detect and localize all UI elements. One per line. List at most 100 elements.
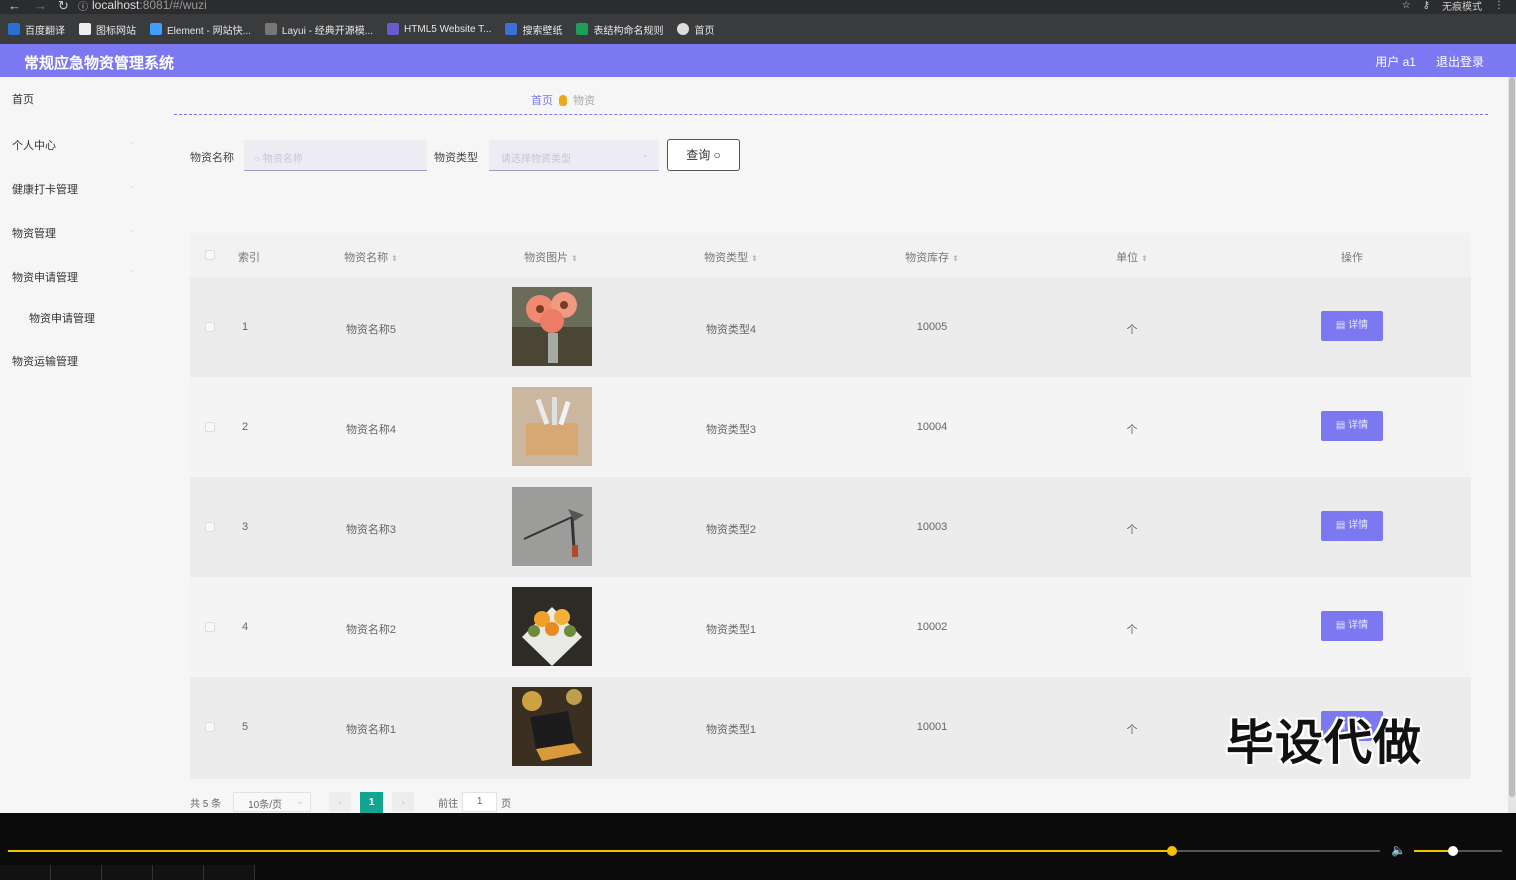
- supplies-table: 索引 物资名称 ⬍ 物资图片 ⬍ 物资类型 ⬍ 物资库存 ⬍ 单位 ⬍ 操作 1 物资名称…: [190, 233, 1471, 779]
- row-type: 物资类型1: [705, 624, 757, 636]
- row-checkbox[interactable]: [205, 522, 215, 532]
- forward-icon[interactable]: →: [34, 0, 47, 13]
- incognito-label[interactable]: 无痕模式: [1442, 0, 1482, 13]
- sidebar-item-supply-request[interactable]: 物资申请管理: [12, 269, 78, 285]
- sort-icon: ⬍: [1141, 254, 1148, 263]
- row-name: 物资名称5: [345, 324, 397, 336]
- row-index: 3: [242, 521, 249, 533]
- search-icon: ○: [254, 154, 263, 165]
- volume-icon[interactable]: 🔈: [1391, 843, 1406, 857]
- row-checkbox[interactable]: [205, 422, 215, 432]
- detail-button[interactable]: ▤ 详情: [1321, 411, 1383, 441]
- bookmark-item[interactable]: 图标网站: [79, 22, 136, 37]
- main-scrollbar[interactable]: [1508, 77, 1516, 813]
- laptop-desk-image: [512, 687, 592, 766]
- bookmark-item[interactable]: 搜索壁纸: [505, 22, 562, 37]
- header-name[interactable]: 物资名称 ⬍: [344, 249, 398, 265]
- menu-icon[interactable]: ⋮: [1494, 0, 1504, 11]
- back-icon[interactable]: ←: [8, 0, 21, 13]
- url-host: localhost: [92, 0, 140, 12]
- row-stock: 10003: [916, 521, 948, 533]
- header-stock[interactable]: 物资库存 ⬍: [905, 249, 959, 265]
- row-type: 物资类型1: [705, 724, 757, 736]
- player-tab[interactable]: [153, 865, 204, 880]
- search-icon: ○: [713, 148, 721, 162]
- logout-link[interactable]: 退出登录: [1436, 53, 1484, 70]
- info-icon[interactable]: ⓘ: [78, 0, 88, 13]
- page-number-button[interactable]: 1: [360, 791, 384, 813]
- sidebar-item-health-checkin[interactable]: 健康打卡管理: [12, 181, 78, 197]
- query-button[interactable]: 查询 ○: [667, 139, 740, 171]
- volume-handle[interactable]: [1448, 846, 1458, 856]
- row-index: 2: [242, 421, 249, 433]
- detail-button[interactable]: ▤ 详情: [1321, 511, 1383, 541]
- document-icon: ▤: [1335, 520, 1349, 531]
- row-checkbox[interactable]: [205, 722, 215, 732]
- flowers-in-vase-image: [512, 287, 592, 366]
- name-search-input[interactable]: ○ 物资名称: [244, 140, 427, 171]
- row-unit: 个: [1126, 524, 1138, 536]
- next-page-button[interactable]: ›: [392, 792, 415, 812]
- table-row: 1 物资名称5 物资类型4 10005 个 ▤ 详情: [190, 277, 1471, 377]
- sidebar-item-home[interactable]: 首页: [12, 91, 34, 107]
- sidebar-subitem-supply-request[interactable]: 物资申请管理: [29, 310, 95, 326]
- sort-icon: ⬍: [391, 254, 398, 263]
- row-index: 5: [242, 721, 249, 733]
- breadcrumb-home[interactable]: 首页: [531, 92, 553, 108]
- bookmark-item[interactable]: HTML5 Website T...: [387, 23, 491, 35]
- player-tabs: [0, 865, 1516, 880]
- key-icon[interactable]: ⚷: [1423, 0, 1430, 11]
- row-stock: 10005: [916, 321, 948, 333]
- bookmark-item[interactable]: Element - 网站快...: [150, 22, 251, 37]
- header-unit[interactable]: 单位 ⬍: [1116, 249, 1148, 265]
- type-select[interactable]: 请选择物资类型 ⌄: [489, 140, 659, 171]
- progress-handle[interactable]: [1167, 846, 1177, 856]
- bookmark-item[interactable]: 表结构命名规则: [576, 22, 663, 37]
- goto-page-input[interactable]: 1: [462, 792, 498, 812]
- player-tab[interactable]: [102, 865, 153, 880]
- element-icon: [150, 23, 162, 35]
- reload-icon[interactable]: ↻: [58, 0, 69, 14]
- progress-remaining[interactable]: [1172, 850, 1380, 852]
- header-type[interactable]: 物资类型 ⬍: [704, 249, 758, 265]
- star-icon[interactable]: ☆: [1402, 0, 1411, 11]
- row-checkbox[interactable]: [205, 322, 215, 332]
- breadcrumb-current: 物资: [573, 95, 595, 107]
- address-bar[interactable]: localhost:8081/#/wuzi: [92, 0, 207, 12]
- table-row: 4 物资名称2 物资类型1 10002 个 ▤ 详情: [190, 577, 1471, 677]
- chevron-down-icon: ⌄: [128, 181, 135, 190]
- row-index: 4: [242, 621, 249, 633]
- detail-button[interactable]: ▤ 详情: [1321, 311, 1383, 341]
- player-tab[interactable]: [204, 865, 255, 880]
- detail-button[interactable]: ▤ 详情: [1321, 611, 1383, 641]
- row-unit: 个: [1126, 324, 1138, 336]
- row-stock: 10002: [916, 621, 948, 633]
- bookmark-item[interactable]: 首页: [677, 22, 714, 37]
- sidebar-item-supplies[interactable]: 物资管理: [12, 225, 56, 241]
- progress-played[interactable]: [8, 850, 1172, 852]
- sidebar-item-supply-transport[interactable]: 物资运输管理: [12, 353, 78, 369]
- name-placeholder: 物资名称: [262, 154, 303, 165]
- bookmark-item[interactable]: 百度翻译: [8, 22, 65, 37]
- row-unit: 个: [1126, 724, 1138, 736]
- browser-toolbar-right: ☆ ⚷ 无痕模式 ⋮: [1402, 0, 1504, 13]
- select-all-checkbox[interactable]: [205, 250, 215, 260]
- bookmarks-bar: 百度翻译 图标网站 Element - 网站快... Layui - 经典开源模…: [0, 18, 714, 40]
- flag-icon: [79, 23, 91, 35]
- sort-icon: ⬍: [952, 254, 959, 263]
- player-tab[interactable]: [0, 865, 51, 880]
- scroll-thumb[interactable]: [1509, 77, 1515, 797]
- header-image[interactable]: 物资图片 ⬍: [524, 249, 578, 265]
- player-tab[interactable]: [51, 865, 102, 880]
- bookmark-item[interactable]: Layui - 经典开源模...: [264, 22, 373, 37]
- page-size-select[interactable]: 10条/页 ⌄: [233, 792, 312, 812]
- sidebar-item-personal-center[interactable]: 个人中心: [12, 137, 56, 153]
- row-unit: 个: [1126, 424, 1138, 436]
- row-checkbox[interactable]: [205, 622, 215, 632]
- breadcrumb: 首页 物资: [531, 92, 595, 108]
- sidebar: 首页 个人中心 ⌄ 健康打卡管理 ⌄ 物资管理 ⌄ 物资申请管理 ⌃ 物资申请管…: [0, 77, 158, 813]
- row-name: 物资名称2: [345, 624, 397, 636]
- prev-page-button[interactable]: ‹: [329, 792, 352, 812]
- user-label: 用户 a1: [1375, 55, 1416, 69]
- volume-remaining[interactable]: [1454, 850, 1502, 852]
